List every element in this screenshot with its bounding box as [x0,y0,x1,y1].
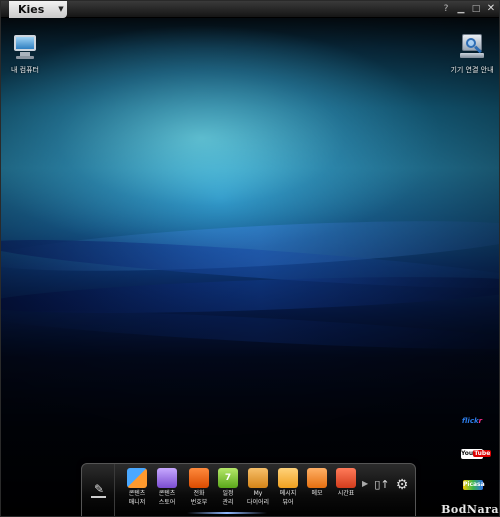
desktop-icon-label: 기기 연결 안내 [450,66,494,74]
sync-bar [91,496,106,498]
dock-item-label: 메모 [311,490,323,497]
picasa-icon[interactable]: Picasa [463,480,485,490]
desktop-area: 내 컴퓨터 기기 연결 안내 flickr YouTube Picasa ✎ 콘… [1,18,499,516]
dock-item-timetable[interactable]: 시간표 [331,468,361,497]
message-viewer-icon [278,468,298,488]
help-icon[interactable]: ? [440,3,452,15]
dock-item-label: 콘텐츠 [158,490,176,497]
diary-icon [248,468,268,488]
maximize-icon[interactable]: □ [470,3,482,15]
close-icon[interactable]: ✕ [485,3,497,15]
youtube-label-b: Tube [473,450,492,457]
dock-item-memo[interactable]: 메모 [302,468,332,497]
dock-item-label: 매니저 [128,499,146,506]
phone-transfer-icon[interactable]: ▯↑ [373,475,391,495]
dock-item-label: 관리 [222,499,234,506]
sync-icon[interactable]: ✎ [92,482,106,496]
window-controls: ? ▁ □ ✕ [440,3,497,16]
wallpaper-vignette [1,18,499,516]
flickr-label-a: flick [461,417,479,425]
content-store-icon [157,468,177,488]
app-dock: ✎ 콘텐츠 매니저 콘텐츠 스토어 전화 번호부 7 일정 관리 My 다이어리… [81,463,416,516]
app-title-text: Kies [18,3,45,16]
schedule-icon: 7 [218,468,238,488]
dock-item-label: 번호부 [190,499,208,506]
desktop-icon-my-computer[interactable]: 내 컴퓨터 [5,32,45,75]
phonebook-icon [189,468,209,488]
youtube-label-a: You [461,450,474,457]
flickr-icon[interactable]: flickr [461,417,483,427]
desktop-icon-label: 내 컴퓨터 [11,66,39,74]
chevron-down-icon[interactable]: ▼ [55,1,67,18]
device-guide-icon [457,32,487,62]
dock-item-label: 메시지 [279,490,297,497]
desktop-icon-connect-guide[interactable]: 기기 연결 안내 [447,32,497,75]
dock-item-label: 콘텐츠 [128,490,146,497]
dock-item-my-diary[interactable]: My 다이어리 [243,468,273,506]
dock-item-label: 전화 [193,490,205,497]
dock-item-label: 스토어 [158,499,176,506]
computer-icon [10,32,40,62]
memo-icon [307,468,327,488]
dock-item-content-manager[interactable]: 콘텐츠 매니저 [122,468,152,506]
minimize-icon[interactable]: ▁ [455,3,467,15]
dock-item-label: 일정 [222,490,234,497]
settings-gear-icon[interactable]: ⚙ [393,475,411,495]
dock-item-label: 다이어리 [246,499,270,506]
kies-window: Kies ▼ ? ▁ □ ✕ 내 컴퓨터 기기 연결 안내 flickr You… [0,0,500,517]
dock-item-content-store[interactable]: 콘텐츠 스토어 [152,468,182,506]
watermark: BodNara [441,503,499,516]
dock-item-label: 시간표 [337,490,355,497]
dock-item-label: 뷰어 [282,499,294,506]
dock-scroll-right-icon[interactable]: ▶ [362,479,368,488]
dock-item-schedule[interactable]: 7 일정 관리 [213,468,243,506]
dock-item-message-viewer[interactable]: 메시지 뷰어 [273,468,303,506]
youtube-icon[interactable]: YouTube [461,449,492,459]
dock-sync-area: ✎ [82,464,115,516]
flickr-label-b: r [478,417,483,425]
timetable-icon [336,468,356,488]
title-bar: Kies ▼ ? ▁ □ ✕ [1,1,499,18]
dock-item-phonebook[interactable]: 전화 번호부 [184,468,214,506]
dock-active-indicator [187,512,267,514]
dock-item-label: My [253,490,263,497]
content-manager-icon [127,468,147,488]
